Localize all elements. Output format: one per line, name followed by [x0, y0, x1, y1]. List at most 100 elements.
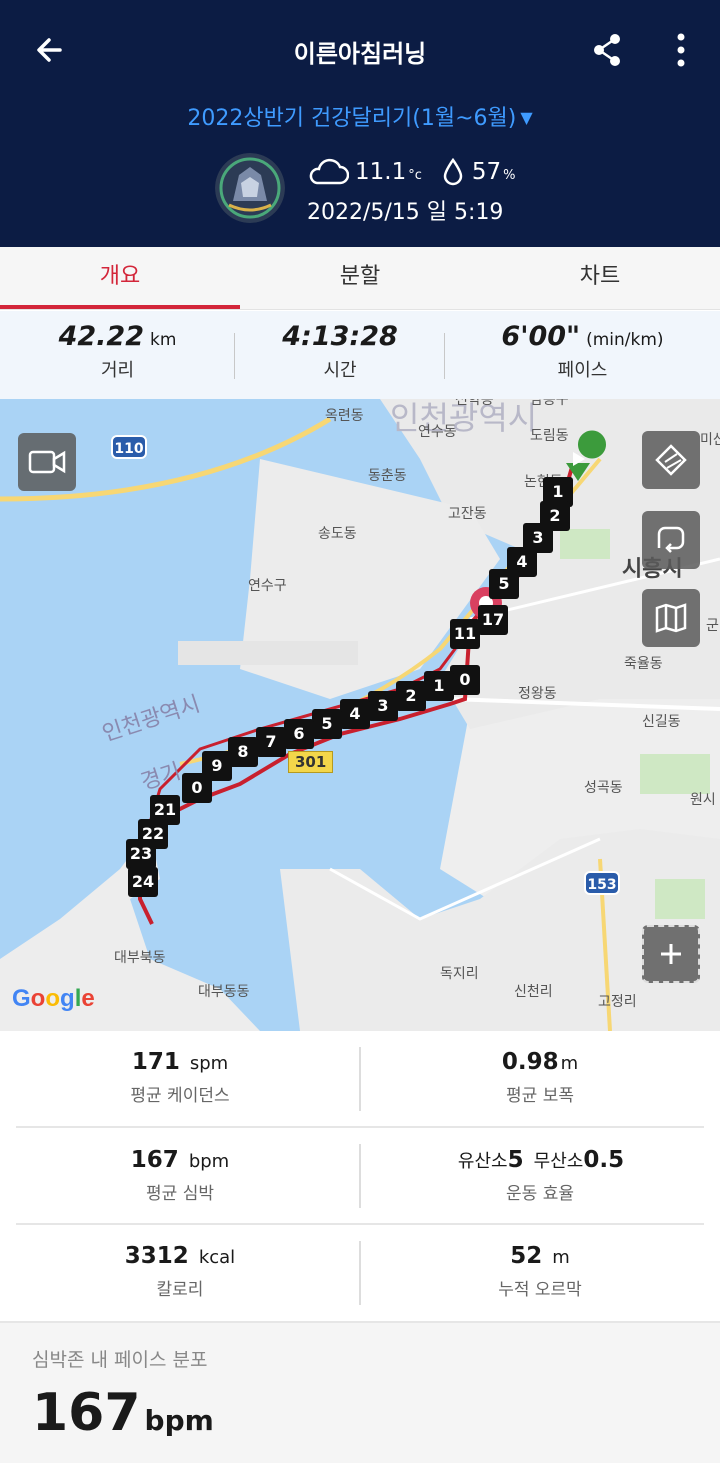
calories-label: 칼로리 — [156, 1280, 204, 1300]
lap-button[interactable] — [642, 511, 700, 569]
map-label: 남동구 — [530, 399, 569, 408]
km-marker[interactable]: 7 — [256, 727, 286, 757]
km-marker[interactable]: 8 — [228, 737, 258, 767]
map-label: 성곡동 — [584, 780, 623, 796]
map-label: 연수구 — [248, 578, 287, 594]
stat-elevation: 52 m 누적 오르막 — [360, 1243, 720, 1300]
stats-grid: 171 spm 평균 케이던스 0.98 m 평균 보폭 167 bpm 평균 심… — [0, 1031, 720, 1321]
event-name: 2022상반기 건강달리기(1월~6월) — [187, 106, 517, 131]
summary-pace: 6'00" (min/km) 페이스 — [445, 311, 720, 399]
km-marker[interactable]: 6 — [284, 719, 314, 749]
efficiency-label: 운동 효율 — [506, 1184, 574, 1204]
hr-number: 167 — [32, 1383, 141, 1443]
calories-value: 3312 — [124, 1243, 189, 1269]
hr-unit: bpm — [144, 1404, 214, 1437]
map-label: 연수동 — [418, 424, 457, 440]
pace-unit: (min/km) — [586, 330, 664, 350]
elevation-label: 누적 오르막 — [498, 1280, 582, 1300]
route-map[interactable]: 인천광역시 경기 인천광역시 옥련동 연수동 선학동 남동구 도림동 동춘동 고… — [0, 399, 720, 1031]
summary-distance: 42.22 km 거리 — [0, 311, 235, 399]
map-label: 도림동 — [530, 428, 569, 444]
time-value: 4:13:28 — [282, 321, 398, 352]
highway-153-shield: 153 — [584, 871, 620, 895]
tab-bar: 개요 분할 차트 — [0, 247, 720, 310]
map-label: 신길동 — [642, 714, 681, 730]
summary-strip: 42.22 km 거리 4:13:28 시간 6'00" (min/km) 페이스 — [0, 311, 720, 399]
event-selector[interactable]: 2022상반기 건강달리기(1월~6월) ▼ — [0, 100, 720, 132]
avatar[interactable] — [215, 153, 285, 223]
km-marker[interactable]: 2 — [396, 681, 426, 711]
route-edit-icon — [655, 444, 687, 476]
map-label: 죽율동 — [624, 656, 663, 672]
cadence-label: 평균 케이던스 — [130, 1086, 230, 1106]
weather-info: 11.1 °c 57% — [307, 155, 516, 189]
route-301-badge: 301 — [288, 751, 334, 773]
video-button[interactable] — [18, 433, 76, 491]
heart-rate-value: 167 — [130, 1147, 179, 1173]
highway-110-shield: 110 — [111, 435, 147, 459]
km-marker[interactable]: 4 — [340, 699, 370, 729]
google-logo: Google — [12, 985, 95, 1012]
stride-value: 0.98 — [501, 1049, 559, 1075]
pace-label: 페이스 — [557, 360, 608, 381]
map-label: 선학동 — [455, 399, 494, 408]
aerobic-label: 유산소 — [457, 1151, 508, 1172]
map-layers-icon — [655, 603, 687, 633]
map-label: 옥련동 — [325, 408, 364, 424]
km-marker[interactable]: 11 — [450, 619, 480, 649]
tab-splits[interactable]: 분할 — [240, 247, 480, 309]
header: 이른아침러닝 2022상반기 건강달리기(1월~6월) ▼ 11.1 °c 57% … — [0, 0, 720, 247]
tab-charts[interactable]: 차트 — [480, 247, 720, 309]
distance-value: 42.22 — [58, 321, 144, 352]
km-marker[interactable]: 17 — [478, 605, 508, 635]
map-label: 동춘동 — [368, 468, 407, 484]
km-marker[interactable]: 5 — [489, 569, 519, 599]
km-marker[interactable]: 0 — [182, 773, 212, 803]
divider — [16, 1126, 704, 1128]
map-label: 송도동 — [318, 526, 357, 542]
map-label: 미산 — [700, 432, 720, 448]
zoom-in-button[interactable] — [642, 925, 700, 983]
temperature-value: 11.1 — [355, 159, 407, 185]
zoom-in-icon — [661, 944, 681, 964]
humidity-value: 57 — [471, 159, 502, 185]
map-label: 정왕동 — [518, 686, 557, 702]
share-icon[interactable] — [592, 33, 622, 67]
distance-unit: km — [150, 330, 177, 350]
distance-label: 거리 — [100, 360, 135, 381]
stride-unit: m — [560, 1053, 579, 1074]
stat-cadence: 171 spm 평균 케이던스 — [0, 1049, 360, 1106]
map-layers-button[interactable] — [642, 589, 700, 647]
map-label: 대부동동 — [198, 984, 250, 1000]
map-label: 군 — [706, 618, 719, 634]
chevron-down-icon: ▼ — [520, 108, 533, 127]
km-marker[interactable]: 1 — [424, 671, 454, 701]
stat-heart-rate: 167 bpm 평균 심박 — [0, 1147, 360, 1204]
map-label: 고정리 — [598, 994, 637, 1010]
hr-value: 167 bpm — [32, 1383, 214, 1443]
km-marker[interactable]: 24 — [128, 867, 158, 897]
heart-rate-label: 평균 심박 — [146, 1184, 214, 1204]
tab-overview[interactable]: 개요 — [0, 247, 240, 309]
map-label: 신천리 — [514, 984, 553, 1000]
elevation-value: 52 — [510, 1243, 543, 1269]
more-options-icon[interactable] — [670, 32, 692, 68]
video-icon — [28, 450, 66, 474]
km-marker[interactable]: 0 — [450, 665, 480, 695]
cloud-icon — [309, 158, 349, 185]
humidity-drop-icon — [443, 158, 463, 186]
summary-time: 4:13:28 시간 — [235, 311, 445, 399]
map-label: 대부북동 — [114, 950, 166, 966]
heart-rate-unit: bpm — [188, 1151, 230, 1172]
stat-calories: 3312 kcal 칼로리 — [0, 1243, 360, 1300]
map-label: 독지리 — [440, 966, 479, 982]
hr-pace-distribution: 심박존 내 페이스 분포 167 bpm — [0, 1321, 720, 1463]
km-marker[interactable]: 23 — [126, 839, 156, 869]
route-edit-button[interactable] — [642, 431, 700, 489]
section-title: 심박존 내 페이스 분포 — [32, 1349, 208, 1371]
km-marker[interactable]: 3 — [368, 691, 398, 721]
stat-stride: 0.98 m 평균 보폭 — [360, 1049, 720, 1106]
run-datetime: 2022/5/15 일 5:19 — [307, 200, 504, 225]
pace-value: 6'00" — [501, 321, 581, 352]
km-marker[interactable]: 5 — [312, 709, 342, 739]
